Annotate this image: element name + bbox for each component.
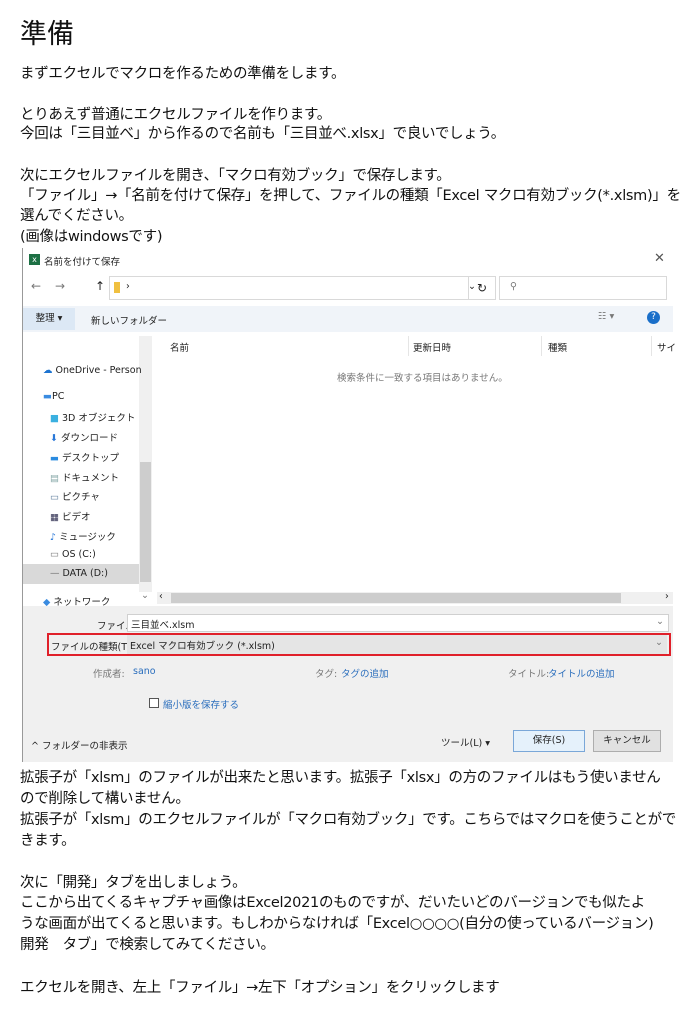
column-name[interactable]: 名前 [170,340,189,354]
search-input[interactable]: ⚲ [499,276,667,300]
nav-scroll-down-icon[interactable]: ⌄ [141,590,149,601]
nav-downloads[interactable]: ダウンロード [61,433,118,444]
filetype-value: Excel マクロ有効ブック (*.xlsm) [130,641,275,652]
download-icon: ⬇ [50,433,58,444]
search-icon: ⚲ [510,281,517,292]
column-modified[interactable]: 更新日時 [413,340,451,354]
back-icon[interactable]: ← [31,279,41,293]
paragraph: 拡張子が「xlsm」のファイルが出来たと思います。拡張子「xlsx」の方のファイ… [20,770,661,786]
nav-data-d[interactable]: DATA (D:) [63,568,108,579]
chevron-up-icon: ^ [31,741,42,752]
close-icon[interactable]: ✕ [654,251,665,266]
tools-button[interactable]: ツール(L) ▾ [441,735,490,749]
excel-icon: x [29,254,40,265]
new-folder-button[interactable]: 新しいフォルダー [91,313,167,327]
organize-button[interactable]: 整理 ▾ [23,308,75,330]
author-label: 作成者: [93,669,125,680]
paragraph: 開発 タブ」で検索してみてください。 [20,937,275,953]
nav-documents[interactable]: ドキュメント [62,473,119,484]
forward-icon[interactable]: → [55,279,65,293]
paragraph: (画像はwindowsです) [20,229,163,245]
paragraph: きます。 [20,833,76,849]
help-icon[interactable]: ? [647,311,660,324]
cancel-button[interactable]: キャンセル [593,730,661,752]
save-button[interactable]: 保存(S) [513,730,585,752]
title-label: タイトル: [508,669,550,680]
author-value[interactable]: sano [133,666,156,677]
toolbar: 整理 ▾ 新しいフォルダー ☷ ▾ ? [23,306,673,332]
paragraph: 次に「開発」タブを出しましょう。 [20,875,247,891]
column-type[interactable]: 種類 [548,340,567,354]
paragraph: 今回は「三目並べ」から作るので名前も「三目並べ.xlsx」で良いでしょう。 [20,126,505,142]
page-title: 準備 [20,19,74,50]
breadcrumb-chevron-icon: › [126,281,130,292]
nav-onedrive[interactable]: OneDrive - Person [56,365,142,376]
refresh-icon[interactable]: ↻ [468,276,496,300]
thumbnail-checkbox[interactable] [149,698,159,708]
filetype-select[interactable]: Excel マクロ有効ブック (*.xlsm) ⌄ [127,635,667,654]
dialog-title: 名前を付けて保存 [44,257,121,268]
paragraph: エクセルを開き、左上「ファイル」→左下「オプション」をクリックします [20,980,500,996]
drive-c-icon: ▭ [50,549,59,560]
paragraph: 拡張子が「xlsm」のエクセルファイルが「マクロ有効ブック」です。こちらではマク… [20,812,677,828]
hide-folders-button[interactable]: ^ フォルダーの非表示 [31,738,128,752]
nav-desktop[interactable]: デスクトップ [62,453,119,464]
nav-videos[interactable]: ビデオ [62,512,91,523]
tags-label: タグ: [315,669,338,680]
paragraph: うな画面が出てくると思います。もしわからなければ「Excel○○○○(自分の使っ… [20,916,654,932]
paragraph: 選んでください。 [20,208,133,224]
thumbnail-label[interactable]: 縮小版を保存する [163,697,239,711]
paragraph: とりあえず普通にエクセルファイルを作ります。 [20,107,331,123]
videos-icon: ▦ [50,512,59,523]
horizontal-scrollbar[interactable]: ‹ › [157,591,673,604]
nav-3d-objects[interactable]: 3D オブジェクト [62,413,135,424]
folder-icon [114,282,120,293]
filename-input[interactable]: 三目並べ.xlsm ⌄ [127,614,669,632]
nav-pc[interactable]: PC [52,391,64,402]
onedrive-icon: ☁ [43,365,53,376]
paragraph: ので削除して構いません。 [20,791,190,807]
music-icon: ♪ [50,532,57,543]
dialog-footer: ファイル名(N): 三目並べ.xlsm⌄ ファイルの種類(T): Excel マ… [23,606,673,762]
drive-d-icon: — [50,568,60,579]
title-value[interactable]: タイトルの追加 [548,666,615,680]
nav-pictures[interactable]: ピクチャ [62,492,100,503]
address-bar[interactable]: › ⌄ [109,276,496,300]
save-as-dialog-screenshot: x 名前を付けて保存 ✕ ← → ↑ › ⌄ ↻ ⚲ 整理 ▾ 新しいフォルダー… [22,248,676,762]
tags-value[interactable]: タグの追加 [341,666,389,680]
view-options-icon[interactable]: ☷ ▾ [598,311,614,322]
desktop-icon: ▬ [50,453,59,464]
nav-os-c[interactable]: OS (C:) [62,549,96,560]
documents-icon: ▤ [50,473,59,484]
paragraph: 次にエクセルファイルを開き、「マクロ有効ブック」で保存します。 [20,168,451,184]
paragraph: まずエクセルでマクロを作るための準備をします。 [20,66,346,82]
3d-objects-icon: ■ [50,413,59,424]
column-size[interactable]: サイ [657,340,676,354]
up-icon[interactable]: ↑ [95,279,105,293]
filename-value: 三目並べ.xlsm [131,620,195,631]
nav-music[interactable]: ミュージック [59,532,116,543]
pc-icon: ▬ [43,391,52,402]
filetype-label: ファイルの種類(T): [51,642,134,653]
empty-message: 検索条件に一致する項目はありません。 [337,373,508,384]
pictures-icon: ▭ [50,492,59,503]
paragraph: ここから出てくるキャプチャ画像はExcel2021のものですが、だいたいどのバー… [20,895,645,911]
paragraph: 「ファイル」→「名前を付けて保存」を押して、ファイルの種類「Excel マクロ有… [20,188,681,204]
